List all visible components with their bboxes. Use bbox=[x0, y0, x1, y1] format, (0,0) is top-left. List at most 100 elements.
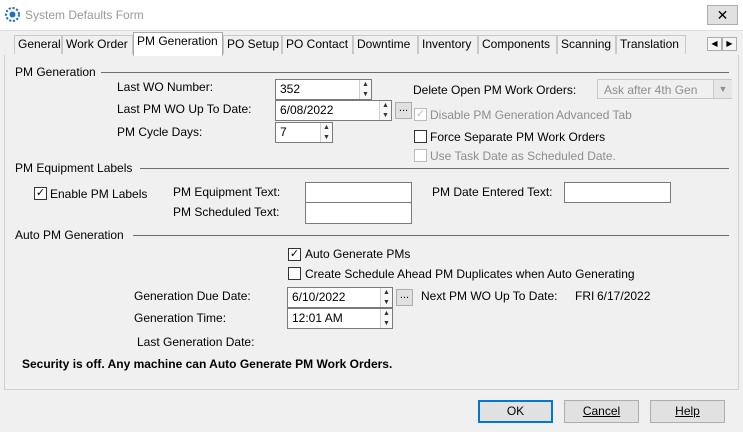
spin-up-icon: ▲ bbox=[323, 124, 330, 131]
disable-pm-generation-label: Disable PM Generation bbox=[430, 108, 555, 122]
pm-cycle-days-value: 7 bbox=[280, 125, 287, 139]
next-pm-wo-label: Next PM WO Up To Date: bbox=[421, 289, 558, 303]
last-wo-number-spinner[interactable]: ▲ ▼ bbox=[359, 80, 371, 99]
help-button[interactable]: Help bbox=[650, 400, 725, 423]
pm-equipment-labels-section-title: PM Equipment Labels bbox=[15, 161, 133, 175]
enable-pm-labels-checkbox[interactable]: ✓ bbox=[34, 187, 47, 200]
chevron-left-icon: ◀ bbox=[711, 39, 718, 48]
tab-scroll-right-button[interactable]: ▶ bbox=[722, 37, 737, 51]
pm-generation-section-title: PM Generation bbox=[15, 65, 96, 79]
last-wo-number-label: Last WO Number: bbox=[117, 80, 214, 94]
tab-components[interactable]: Components bbox=[478, 35, 557, 54]
generation-due-date-picker-button[interactable]: ... bbox=[396, 289, 413, 306]
spin-down-icon: ▼ bbox=[382, 111, 389, 119]
force-separate-checkbox[interactable] bbox=[414, 130, 427, 143]
delete-open-pm-select[interactable]: Ask after 4th Gen bbox=[597, 79, 732, 99]
tab-translation[interactable]: Translation bbox=[616, 35, 686, 54]
tab-label: Work Order bbox=[66, 37, 128, 51]
section-divider bbox=[101, 72, 729, 73]
tab-work-order[interactable]: Work Order bbox=[62, 35, 133, 54]
spin-up-icon: ▲ bbox=[362, 81, 369, 88]
delete-open-pm-value: Ask after 4th Gen bbox=[604, 83, 698, 97]
pm-date-entered-text-input[interactable] bbox=[564, 182, 671, 203]
generation-time-value: 12:01 AM bbox=[292, 311, 343, 325]
help-button-label: Help bbox=[675, 404, 700, 418]
use-task-date-checkbox[interactable] bbox=[414, 149, 427, 162]
last-wo-number-value: 352 bbox=[280, 82, 301, 96]
next-pm-wo-day: FRI bbox=[575, 289, 595, 303]
tab-scanning[interactable]: Scanning bbox=[557, 35, 616, 54]
generation-time-spinner[interactable]: ▲ ▼ bbox=[380, 309, 392, 328]
tab-label: Components bbox=[482, 37, 551, 51]
create-schedule-ahead-checkbox[interactable] bbox=[288, 267, 301, 280]
last-wo-number-input[interactable]: 352 bbox=[275, 79, 372, 100]
ok-button-label: OK bbox=[506, 404, 525, 418]
pm-date-entered-text-label: PM Date Entered Text: bbox=[432, 185, 553, 199]
spin-up-icon: ▲ bbox=[382, 102, 389, 109]
last-pm-wo-date-spinner[interactable]: ▲ ▼ bbox=[379, 101, 391, 120]
use-task-date-label: Use Task Date as Scheduled Date. bbox=[430, 149, 616, 163]
section-divider bbox=[133, 235, 729, 236]
generation-due-date-input[interactable]: 6/10/2022 bbox=[287, 287, 393, 308]
tab-label: Downtime bbox=[357, 37, 411, 51]
pm-cycle-days-label: PM Cycle Days: bbox=[117, 125, 203, 139]
enable-pm-labels-label: Enable PM Labels bbox=[50, 187, 148, 201]
title-bar: System Defaults Form ✕ bbox=[0, 0, 743, 31]
pm-scheduled-text-input[interactable] bbox=[305, 202, 412, 224]
last-pm-wo-date-picker-button[interactable]: ... bbox=[395, 102, 412, 119]
tab-pm-generation[interactable]: PM Generation bbox=[133, 32, 223, 56]
close-icon: ✕ bbox=[716, 7, 729, 23]
ellipsis-icon: ... bbox=[399, 289, 410, 301]
generation-due-date-label: Generation Due Date: bbox=[134, 289, 251, 303]
next-pm-wo-date: 6/17/2022 bbox=[597, 289, 651, 303]
pm-cycle-days-spinner[interactable]: ▲ ▼ bbox=[320, 123, 332, 142]
auto-generate-checkbox[interactable]: ✓ bbox=[288, 248, 301, 261]
tab-label: PO Contact bbox=[286, 37, 349, 51]
spin-down-icon: ▼ bbox=[383, 319, 390, 327]
tab-scroll-left-button[interactable]: ◀ bbox=[707, 37, 722, 51]
pm-equipment-text-label: PM Equipment Text: bbox=[173, 185, 281, 199]
generation-due-date-spinner[interactable]: ▲ ▼ bbox=[380, 288, 392, 307]
ok-button[interactable]: OK bbox=[478, 400, 553, 423]
spin-up-icon: ▲ bbox=[383, 289, 390, 296]
tab-label: PO Setup bbox=[227, 37, 280, 51]
chevron-down-icon: ▼ bbox=[713, 80, 732, 98]
force-separate-label: Force Separate PM Work Orders bbox=[430, 130, 606, 144]
close-button[interactable]: ✕ bbox=[707, 5, 738, 25]
spin-up-icon: ▲ bbox=[383, 310, 390, 317]
chevron-right-icon: ▶ bbox=[726, 39, 733, 48]
tab-label: Inventory bbox=[422, 37, 472, 51]
spin-down-icon: ▼ bbox=[362, 90, 369, 98]
spin-down-icon: ▼ bbox=[323, 133, 330, 141]
tab-label: Scanning bbox=[561, 37, 612, 51]
generation-time-input[interactable]: 12:01 AM bbox=[287, 308, 393, 329]
pm-equipment-text-input[interactable] bbox=[305, 182, 412, 203]
create-schedule-ahead-label: Create Schedule Ahead PM Duplicates when… bbox=[305, 267, 635, 281]
cancel-button[interactable]: Cancel bbox=[564, 400, 639, 423]
gear-app-icon bbox=[5, 7, 20, 22]
auto-generate-label: Auto Generate PMs bbox=[305, 247, 411, 261]
pm-scheduled-text-label: PM Scheduled Text: bbox=[173, 205, 280, 219]
window-title: System Defaults Form bbox=[25, 8, 144, 22]
generation-time-label: Generation Time: bbox=[134, 311, 227, 325]
tab-general[interactable]: General bbox=[14, 35, 62, 54]
delete-open-pm-label: Delete Open PM Work Orders: bbox=[413, 83, 577, 97]
auto-pm-generation-section-title: Auto PM Generation bbox=[15, 228, 124, 242]
tab-label: Translation bbox=[620, 37, 679, 51]
tab-po-contact[interactable]: PO Contact bbox=[282, 35, 353, 54]
disable-pm-generation-checkbox[interactable]: ✓ bbox=[414, 108, 427, 121]
cancel-button-label: Cancel bbox=[582, 404, 621, 418]
tab-downtime[interactable]: Downtime bbox=[353, 35, 418, 54]
tab-inventory[interactable]: Inventory bbox=[418, 35, 478, 54]
tab-label: General bbox=[18, 37, 61, 51]
last-pm-wo-up-to-date-label: Last PM WO Up To Date: bbox=[117, 102, 252, 116]
security-message: Security is off. Any machine can Auto Ge… bbox=[22, 357, 393, 371]
tab-po-setup[interactable]: PO Setup bbox=[223, 35, 282, 54]
last-generation-date-label: Last Generation Date: bbox=[137, 335, 255, 349]
disable-pm-generation-hint: Advanced Tab bbox=[556, 108, 632, 122]
generation-due-date-value: 6/10/2022 bbox=[292, 290, 346, 304]
section-divider bbox=[140, 168, 729, 169]
last-pm-wo-up-to-date-input[interactable]: 6/08/2022 bbox=[275, 100, 392, 121]
ellipsis-icon: ... bbox=[398, 102, 409, 114]
tab-label: PM Generation bbox=[137, 34, 218, 48]
